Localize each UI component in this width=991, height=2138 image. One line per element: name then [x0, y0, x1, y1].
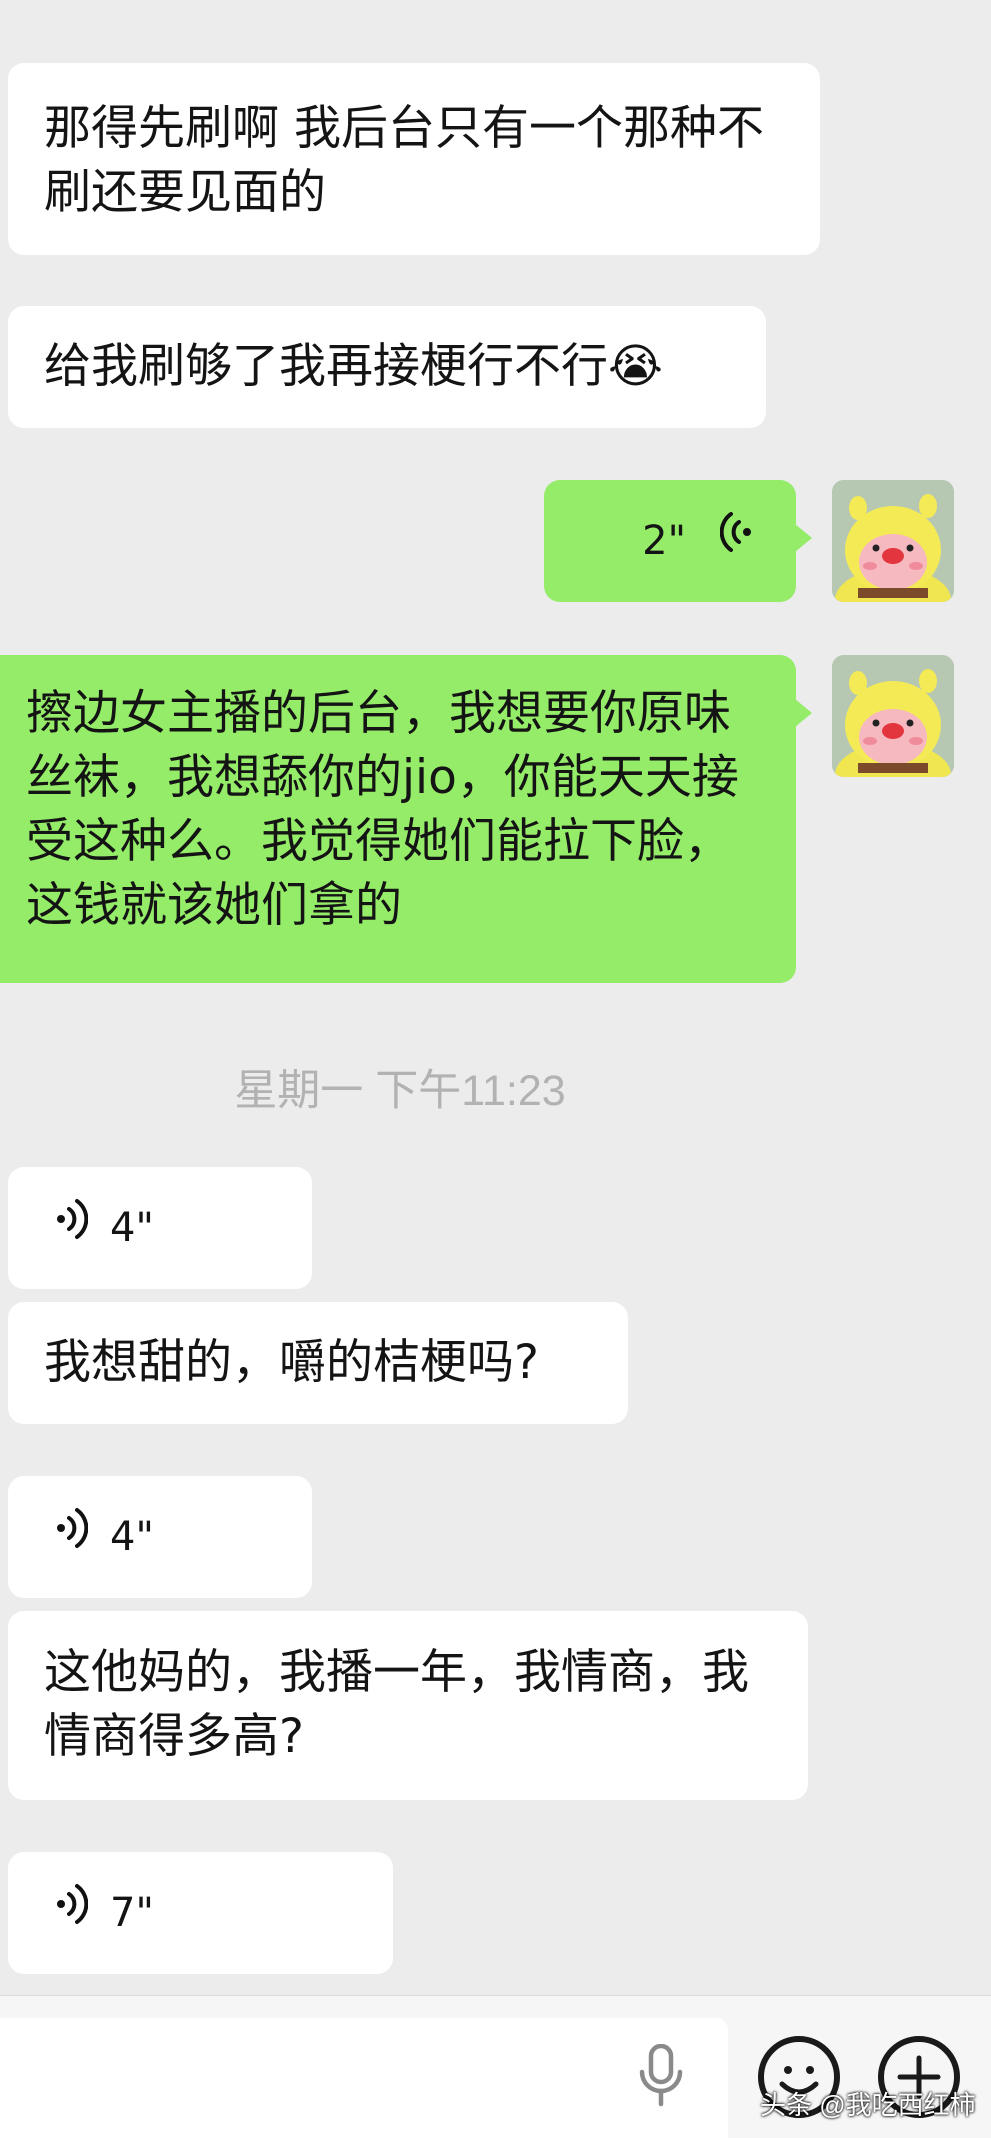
message-text: 那得先刷啊 我后台只有一个那种不刷还要见面的 — [44, 101, 764, 220]
microphone-icon[interactable] — [636, 2043, 686, 2108]
watermark: 头条 @我吃西红柿 — [760, 2090, 976, 2120]
message-text: 给我刷够了我再接梗行不行😭 — [44, 339, 663, 394]
avatar[interactable] — [832, 655, 954, 777]
voice-wave-icon — [52, 1881, 89, 1945]
message-input[interactable] — [0, 2018, 728, 2138]
message-text: 擦边女主播的后台，我想要你原味丝袜，我想舔你的jio，你能天天接受这种么。我觉得… — [26, 686, 739, 933]
voice-wave-icon — [719, 509, 756, 573]
avatar[interactable] — [832, 480, 954, 602]
chat-area: 那得先刷啊 我后台只有一个那种不刷还要见面的 给我刷够了我再接梗行不行😭 2" — [0, 0, 991, 2138]
voice-message-outgoing[interactable]: 2" — [544, 480, 812, 602]
message-bubble-incoming[interactable]: 给我刷够了我再接梗行不行😭 — [8, 306, 766, 428]
voice-duration: 2" — [642, 518, 686, 564]
voice-message-incoming[interactable]: 7" — [8, 1852, 393, 1974]
message-timestamp: 星期一 下午11:23 — [234, 1067, 566, 1115]
message-bubble-outgoing[interactable]: 擦边女主播的后台，我想要你原味丝袜，我想舔你的jio，你能天天接受这种么。我觉得… — [0, 655, 812, 983]
voice-duration: 7" — [110, 1890, 154, 1936]
voice-duration: 4" — [110, 1514, 154, 1560]
message-text: 这他妈的，我播一年，我情商，我情商得多高? — [44, 1645, 749, 1764]
voice-wave-icon — [52, 1196, 89, 1260]
voice-message-incoming[interactable]: 4" — [8, 1167, 312, 1289]
message-bubble-incoming[interactable]: 那得先刷啊 我后台只有一个那种不刷还要见面的 — [8, 63, 820, 255]
message-bubble-incoming[interactable]: 我想甜的，嚼的桔梗吗? — [8, 1302, 628, 1424]
message-text: 我想甜的，嚼的桔梗吗? — [44, 1335, 539, 1390]
voice-duration: 4" — [110, 1205, 154, 1251]
voice-message-incoming[interactable]: 4" — [8, 1476, 312, 1598]
message-bubble-incoming[interactable]: 这他妈的，我播一年，我情商，我情商得多高? — [8, 1611, 808, 1800]
voice-wave-icon — [52, 1505, 89, 1569]
